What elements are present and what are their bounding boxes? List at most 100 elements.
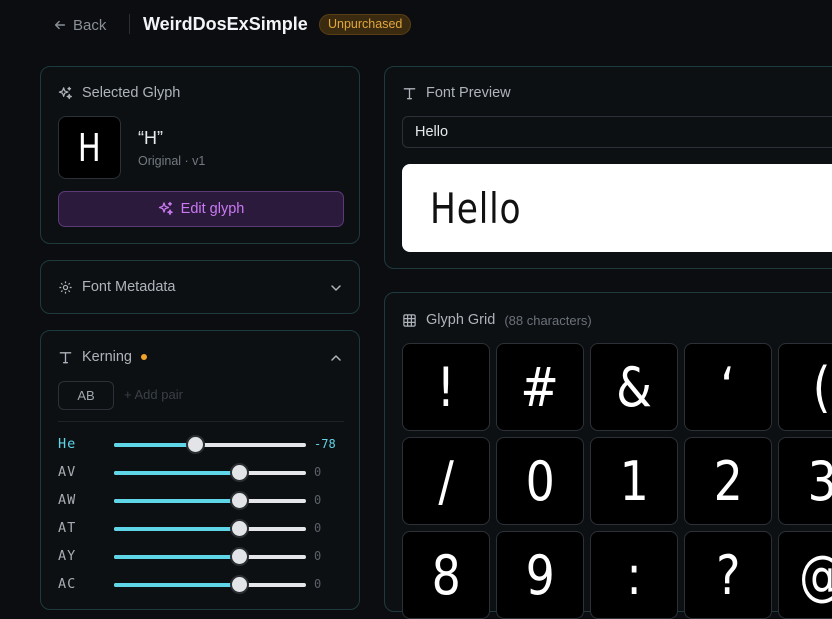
kerning-pair-row: AT 0 (58, 519, 348, 538)
kerning-value: 0 (314, 577, 322, 591)
back-button[interactable]: Back (53, 15, 106, 35)
kerning-value: -78 (314, 437, 336, 451)
font-metadata-header[interactable]: Font Metadata (58, 279, 176, 295)
glyph-char: ! (436, 355, 456, 419)
kerning-slider[interactable] (114, 491, 306, 510)
edit-glyph-label: Edit glyph (180, 201, 245, 217)
glyph-char: & (616, 355, 652, 419)
selected-glyph-thumbnail[interactable]: H (58, 116, 121, 179)
glyph-cell[interactable]: 1 (590, 437, 678, 525)
glyph-cell[interactable]: 0 (496, 437, 584, 525)
kerning-pair-label: He (58, 436, 77, 452)
kerning-pair-row: AW 0 (58, 491, 348, 510)
glyph-cell[interactable]: ? (684, 531, 772, 619)
kerning-slider-handle[interactable] (229, 491, 249, 510)
kerning-slider-handle[interactable] (229, 519, 249, 538)
kerning-slider-fill (114, 471, 239, 475)
glyph-char: # (520, 355, 560, 419)
kerning-panel: Kerning AB + Add pair He -78 AV 0 AW 0 AT 0 AY 0 A… (40, 330, 360, 610)
kerning-slider[interactable] (114, 519, 306, 538)
kerning-slider-handle[interactable] (229, 575, 249, 594)
glyph-char: ? (715, 543, 741, 607)
kerning-pair-label: AT (58, 520, 77, 536)
glyph-char: 1 (619, 449, 649, 513)
glyph-grid-title: Glyph Grid (426, 312, 496, 328)
status-badge: Unpurchased (319, 14, 412, 35)
sparkles-icon (158, 201, 173, 216)
top-bar: Back WeirdDosExSimple Unpurchased (0, 0, 832, 48)
kerning-pair-label: AY (58, 548, 77, 564)
kerning-slider[interactable] (114, 547, 306, 566)
chevron-up-icon[interactable] (329, 351, 343, 365)
selected-glyph-version: Original · v1 (138, 154, 206, 168)
type-icon (403, 87, 416, 99)
kerning-value: 0 (314, 465, 322, 479)
kerning-slider[interactable] (114, 435, 306, 454)
kerning-slider[interactable] (114, 575, 306, 594)
kerning-value: 0 (314, 493, 322, 507)
kerning-slider-fill (114, 583, 239, 587)
selected-glyph-char: H (78, 125, 101, 170)
kerning-value: 0 (314, 549, 322, 563)
glyph-char: 9 (525, 543, 555, 607)
glyph-cell[interactable]: ! (402, 343, 490, 431)
font-preview-panel: Font Preview Hello Hello (384, 66, 832, 269)
glyph-char: ( (813, 355, 831, 419)
kerning-slider-fill (114, 555, 239, 559)
sparkles-icon (58, 86, 72, 99)
glyph-char: ‘ (720, 355, 736, 419)
glyph-char: 2 (713, 449, 743, 513)
add-pair-button[interactable]: + Add pair (124, 387, 183, 402)
glyph-count: (88 characters) (504, 312, 592, 328)
font-title: WeirdDosExSimple (143, 14, 308, 34)
font-preview-title: Font Preview (426, 85, 511, 101)
chevron-down-icon[interactable] (329, 281, 343, 295)
glyph-cell[interactable]: / (402, 437, 490, 525)
kerning-pair-row: He -78 (58, 435, 348, 454)
selected-glyph-label: “H” (138, 128, 163, 148)
preview-sample-text: Hello (430, 184, 522, 233)
selected-glyph-panel: Selected Glyph H “H” Original · v1 Edit … (40, 66, 360, 244)
edit-glyph-button[interactable]: Edit glyph (58, 191, 344, 227)
glyph-grid-header: Glyph Grid (88 characters) (402, 312, 592, 328)
glyph-char: : (626, 543, 642, 607)
kerning-slider-fill (114, 443, 195, 447)
kerning-pair-row: AY 0 (58, 547, 348, 566)
unsaved-indicator (140, 354, 147, 360)
kerning-value: 0 (314, 521, 322, 535)
glyph-cell[interactable]: 3 (778, 437, 832, 525)
header-divider (129, 14, 130, 34)
kerning-slider[interactable] (114, 463, 306, 482)
type-icon (59, 351, 72, 363)
glyph-cell[interactable]: 8 (402, 531, 490, 619)
gear-icon (59, 280, 72, 294)
glyph-cell[interactable]: @ (778, 531, 832, 619)
font-metadata-panel[interactable]: Font Metadata (40, 260, 360, 314)
glyph-char: @ (799, 544, 832, 607)
preview-text-input[interactable]: Hello (402, 116, 832, 148)
glyph-cell[interactable]: ( (778, 343, 832, 431)
arrow-left-icon (54, 20, 66, 30)
kerning-pair-label: AV (58, 464, 77, 480)
glyph-cell[interactable]: 9 (496, 531, 584, 619)
font-preview-header: Font Preview (402, 85, 511, 101)
glyph-cell[interactable]: # (496, 343, 584, 431)
grid-icon (403, 313, 416, 327)
kerning-slider-handle[interactable] (229, 547, 249, 566)
glyph-cell[interactable]: 2 (684, 437, 772, 525)
kerning-slider-handle[interactable] (185, 435, 205, 454)
kerning-header[interactable]: Kerning (58, 349, 147, 365)
glyph-cell[interactable]: & (590, 343, 678, 431)
kerning-divider (58, 421, 344, 422)
glyph-char: / (438, 449, 454, 513)
glyph-cell[interactable]: ‘ (684, 343, 772, 431)
kerning-slider-handle[interactable] (229, 463, 249, 482)
selected-glyph-header: Selected Glyph (58, 85, 180, 101)
kerning-slider-fill (114, 499, 239, 503)
glyph-char: 8 (431, 543, 461, 607)
back-label: Back (73, 16, 107, 34)
kerning-pair-input[interactable]: AB (58, 381, 114, 410)
glyph-cell[interactable]: : (590, 531, 678, 619)
font-metadata-title: Font Metadata (82, 279, 176, 295)
kerning-title: Kerning (82, 349, 132, 365)
